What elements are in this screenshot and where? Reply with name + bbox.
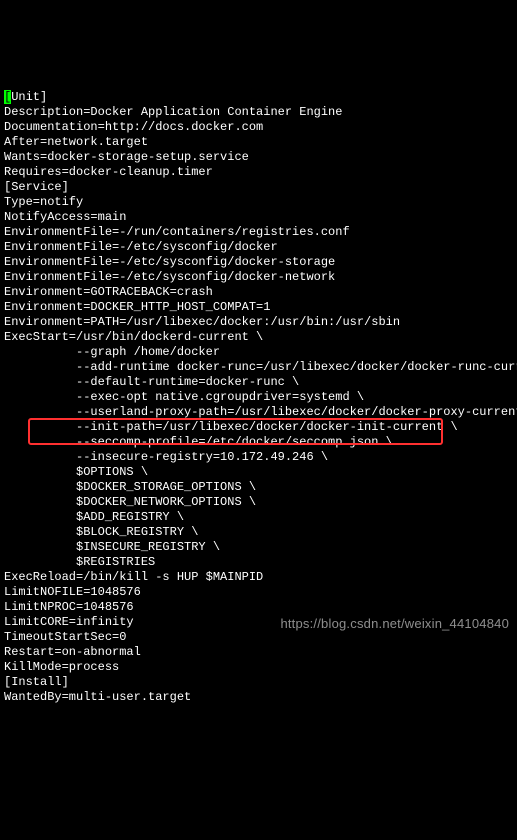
config-line: EnvironmentFile=-/run/containers/registr… [4,225,513,240]
config-line: KillMode=process [4,660,513,675]
config-line: ExecStart=/usr/bin/dockerd-current \ [4,330,513,345]
config-file-content: [Unit]Description=Docker Application Con… [4,90,513,705]
config-line: --userland-proxy-path=/usr/libexec/docke… [4,405,513,420]
config-line: [Service] [4,180,513,195]
config-line: After=network.target [4,135,513,150]
config-line: Description=Docker Application Container… [4,105,513,120]
config-line: EnvironmentFile=-/etc/sysconfig/docker-s… [4,255,513,270]
terminal-output[interactable]: [Unit]Description=Docker Application Con… [0,60,517,735]
config-line: $ADD_REGISTRY \ [4,510,513,525]
config-line: --insecure-registry=10.172.49.246 \ [4,450,513,465]
config-line: Requires=docker-cleanup.timer [4,165,513,180]
config-line: EnvironmentFile=-/etc/sysconfig/docker-n… [4,270,513,285]
config-line: Type=notify [4,195,513,210]
config-line: EnvironmentFile=-/etc/sysconfig/docker [4,240,513,255]
config-line: LimitNOFILE=1048576 [4,585,513,600]
config-line: [Unit] [4,90,513,105]
config-line: --exec-opt native.cgroupdriver=systemd \ [4,390,513,405]
config-line: Environment=PATH=/usr/libexec/docker:/us… [4,315,513,330]
config-line: Environment=GOTRACEBACK=crash [4,285,513,300]
watermark-text: https://blog.csdn.net/weixin_44104840 [280,616,509,631]
config-line: $DOCKER_NETWORK_OPTIONS \ [4,495,513,510]
config-line: NotifyAccess=main [4,210,513,225]
config-line: Wants=docker-storage-setup.service [4,150,513,165]
config-line: $DOCKER_STORAGE_OPTIONS \ [4,480,513,495]
config-line: --add-runtime docker-runc=/usr/libexec/d… [4,360,513,375]
config-line: TimeoutStartSec=0 [4,630,513,645]
config-line: $INSECURE_REGISTRY \ [4,540,513,555]
config-line: [Install] [4,675,513,690]
config-line: LimitNPROC=1048576 [4,600,513,615]
config-line: --init-path=/usr/libexec/docker/docker-i… [4,420,513,435]
config-line: $REGISTRIES [4,555,513,570]
config-line: $BLOCK_REGISTRY \ [4,525,513,540]
config-line: Restart=on-abnormal [4,645,513,660]
config-line: WantedBy=multi-user.target [4,690,513,705]
config-line: ExecReload=/bin/kill -s HUP $MAINPID [4,570,513,585]
config-line: --graph /home/docker [4,345,513,360]
config-line: $OPTIONS \ [4,465,513,480]
config-line: Environment=DOCKER_HTTP_HOST_COMPAT=1 [4,300,513,315]
config-line: --default-runtime=docker-runc \ [4,375,513,390]
config-line: --seccomp-profile=/etc/docker/seccomp.js… [4,435,513,450]
config-line: Documentation=http://docs.docker.com [4,120,513,135]
